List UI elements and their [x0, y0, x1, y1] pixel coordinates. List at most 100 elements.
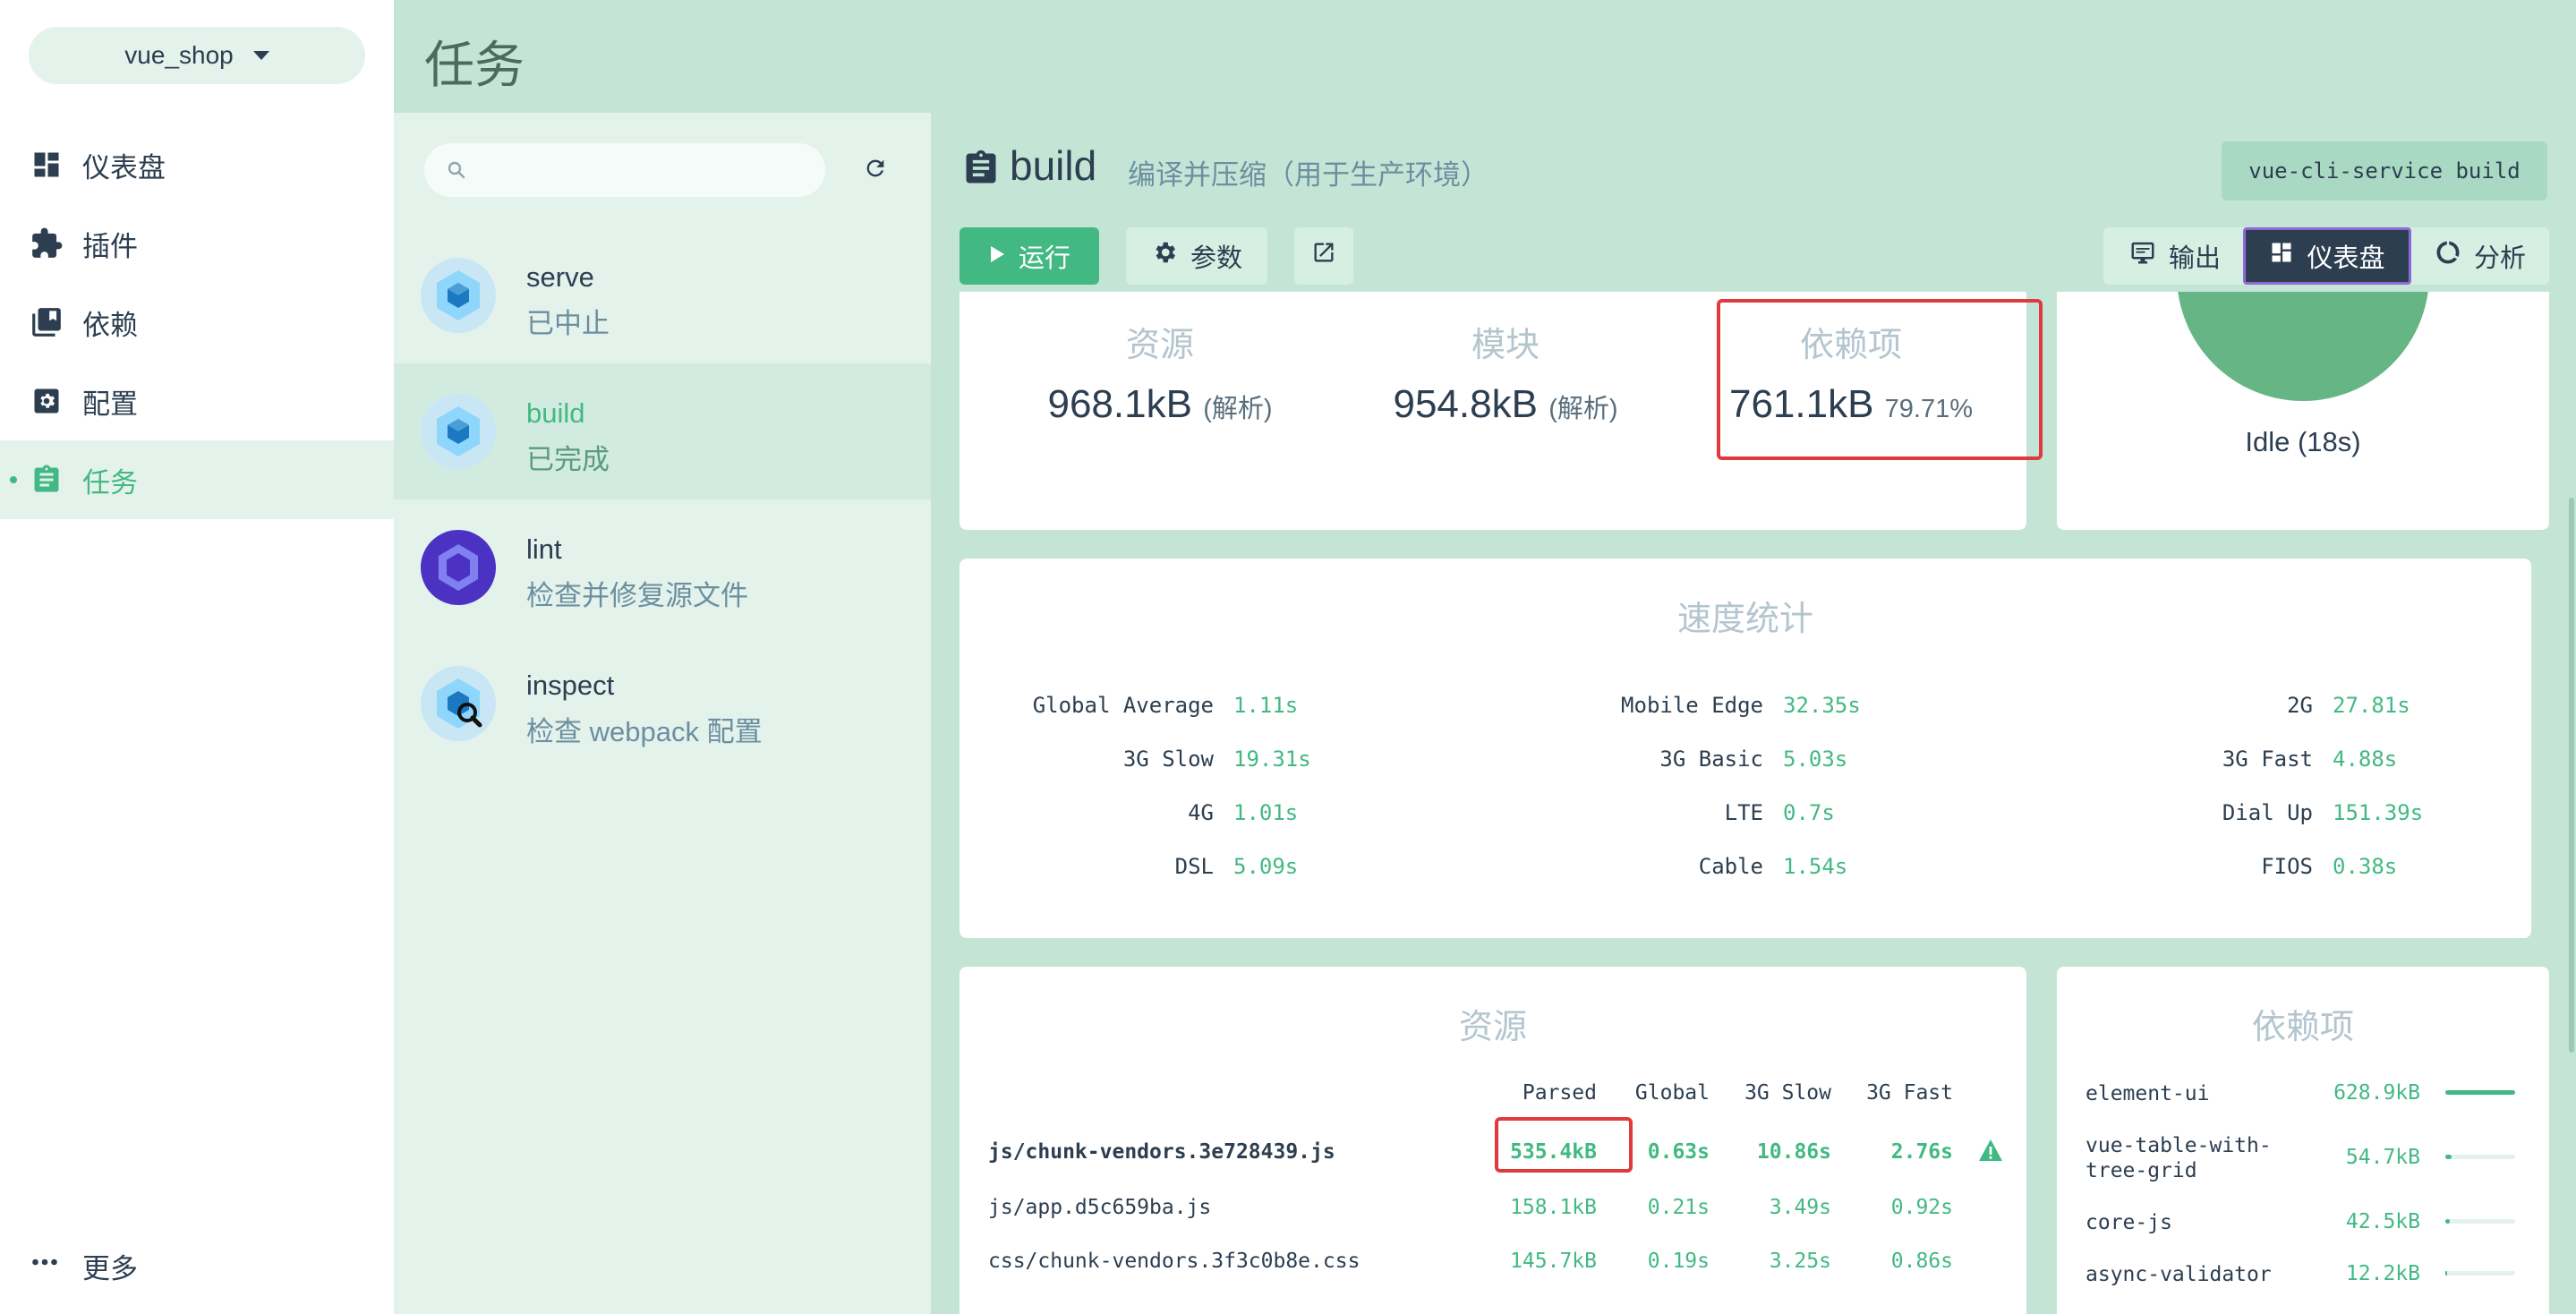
external-link-icon [1311, 240, 1336, 272]
open-external-button[interactable] [1294, 227, 1353, 285]
asset-3g-slow: 3.25s [1769, 1250, 1831, 1273]
speed-value: 0.38s [2333, 854, 2398, 879]
highlight-box [1717, 299, 2043, 460]
library-icon [29, 304, 64, 340]
speed-label: 3G Fast [2222, 747, 2313, 772]
status-card: Idle (18s) [2057, 292, 2549, 530]
dependency-row: core-js 42.5kB [2086, 1210, 2515, 1237]
task-item-lint[interactable]: lint 检查并修复源文件 [394, 499, 931, 636]
task-status: 已完成 [526, 444, 610, 475]
parameters-button[interactable]: 参数 [1126, 227, 1267, 285]
tab-label: 输出 [2168, 244, 2221, 273]
puzzle-icon [29, 226, 64, 261]
sidebar-item-label: 配置 [82, 388, 138, 420]
dependency-size-bar [2445, 1155, 2515, 1159]
table-row: js/chunk-vendors.3e728439.js 535.4kB 0.6… [960, 1124, 2026, 1178]
column-header: 3G Fast [1866, 1081, 1953, 1105]
task-name: lint [526, 533, 562, 565]
project-select[interactable]: vue_shop [29, 27, 365, 84]
dependency-size-bar-fill [2445, 1271, 2447, 1276]
asset-3g-slow: 10.86s [1756, 1140, 1831, 1164]
refresh-icon [863, 156, 888, 185]
warning-icon [1978, 1139, 2003, 1167]
task-title: build [1010, 142, 1097, 189]
stat-label: 模块 [1471, 327, 1540, 364]
stat-suffix: (解析) [1548, 395, 1618, 423]
webpack-icon [421, 394, 496, 469]
terminal-icon [2129, 239, 2156, 273]
dependency-name: core-js [2086, 1211, 2172, 1234]
tab-output[interactable]: 输出 [2103, 227, 2247, 285]
sidebar-item-label: 任务 [82, 466, 138, 499]
top-bar: 任务 [394, 0, 2576, 113]
stat-label: 资源 [1125, 327, 1194, 364]
tab-label: 仪表盘 [2307, 244, 2385, 273]
stat-assets: 资源 968.1kB (解析) [999, 317, 1321, 427]
assets-card: 资源 Parsed Global 3G Slow 3G Fast js/chun… [960, 967, 2026, 1314]
tab-analyze[interactable]: 分析 [2411, 227, 2549, 285]
card-title: 依赖项 [2251, 1009, 2354, 1046]
task-item-inspect[interactable]: inspect 检查 webpack 配置 [394, 636, 931, 772]
speed-label: FIOS [2261, 854, 2313, 879]
play-icon [988, 242, 1006, 271]
highlight-box [1495, 1117, 1633, 1173]
status-indicator [2177, 292, 2429, 401]
sidebar-item-config[interactable]: 配置 [0, 362, 394, 440]
stat-modules: 模块 954.8kB (解析) [1344, 317, 1667, 427]
speed-value: 27.81s [2333, 693, 2410, 718]
status-text: Idle (18s) [2245, 426, 2361, 457]
tab-dashboard[interactable]: 仪表盘 [2243, 227, 2411, 285]
dependency-size: 12.2kB [2345, 1262, 2420, 1285]
dependency-size-bar [2445, 1219, 2515, 1224]
dependency-row: vue-table-with-tree-grid 54.7kB [2086, 1133, 2515, 1183]
task-list: serve 已中止 build 已完成 lint 检查并修复源文件 inspec… [394, 113, 931, 1314]
dependencies-card: 依赖项 element-ui 628.9kB vue-table-with-tree… [2057, 967, 2549, 1314]
dependency-name: element-ui [2086, 1082, 2210, 1105]
task-description: 检查 webpack 配置 [526, 716, 763, 747]
asset-3g-fast: 0.92s [1890, 1196, 1953, 1219]
table-row: js/app.d5c659ba.js 158.1kB 0.21s 3.49s 0… [960, 1180, 2026, 1233]
dashboard-icon [29, 147, 64, 183]
table-row: css/chunk-vendors.3f3c0b8e.css 145.7kB 0… [960, 1233, 2026, 1287]
tab-label: 分析 [2473, 244, 2526, 273]
active-indicator [10, 476, 17, 483]
sidebar-item-dependencies[interactable]: 依赖 [0, 283, 394, 362]
dependency-size-bar-fill [2445, 1090, 2515, 1095]
asset-3g-fast: 2.76s [1890, 1140, 1953, 1164]
task-detail-panel: build 编译并压缩（用于生产环境） vue-cli-service buil… [931, 113, 2576, 1314]
dependency-name: async-validator [2086, 1263, 2272, 1286]
clipboard-icon [29, 462, 64, 498]
run-button[interactable]: 运行 [960, 227, 1099, 285]
task-name: build [526, 397, 585, 429]
search-input[interactable] [424, 143, 825, 197]
sidebar-item-plugins[interactable]: 插件 [0, 204, 394, 283]
chevron-down-icon [252, 51, 269, 60]
dependency-row: element-ui 628.9kB [2086, 1081, 2515, 1108]
dependency-size-bar [2445, 1271, 2515, 1276]
card-title: 速度统计 [1676, 601, 1813, 638]
sidebar-item-dashboard[interactable]: 仪表盘 [0, 125, 394, 204]
stat-number: 968.1kB [1047, 382, 1192, 426]
dashboard-icon [2269, 240, 2294, 272]
task-item-serve[interactable]: serve 已中止 [394, 227, 931, 363]
sidebar-item-tasks[interactable]: 任务 [0, 440, 394, 519]
settings-icon [29, 383, 64, 419]
dependency-size-bar [2445, 1090, 2515, 1095]
asset-name: js/chunk-vendors.3e728439.js [988, 1140, 1335, 1164]
refresh-button[interactable] [856, 150, 895, 190]
column-header: 3G Slow [1744, 1081, 1831, 1105]
sidebar-item-more[interactable]: 更多 [0, 1226, 394, 1305]
column-header: Global [1634, 1081, 1710, 1105]
scrollbar[interactable] [2569, 498, 2574, 1053]
dependency-size-bar-fill [2445, 1219, 2451, 1224]
sidebar-item-label: 更多 [82, 1252, 138, 1284]
dependency-name: vue-table-with-tree-grid [2086, 1134, 2272, 1182]
task-item-build[interactable]: build 已完成 [394, 363, 931, 499]
speed-label: Dial Up [2222, 800, 2313, 825]
dependency-size: 42.5kB [2345, 1210, 2420, 1233]
dependency-size: 628.9kB [2333, 1081, 2420, 1105]
webpack-inspect-icon [421, 666, 496, 741]
asset-name: css/chunk-vendors.3f3c0b8e.css [988, 1250, 1361, 1273]
asset-global: 0.19s [1647, 1250, 1710, 1273]
more-horizontal-icon [29, 1246, 61, 1286]
